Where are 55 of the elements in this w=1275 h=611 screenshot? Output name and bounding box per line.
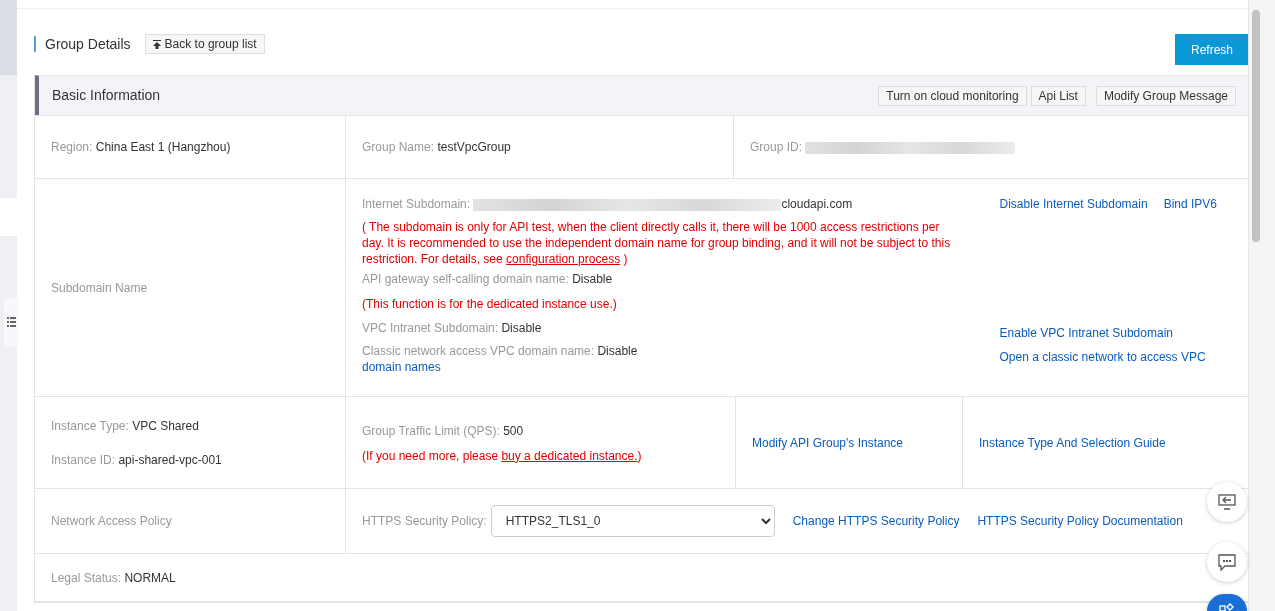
shapes-icon [1219,603,1235,611]
action-button[interactable]: Api List [1030,85,1086,106]
row-label: Subdomain Name [51,279,149,297]
vpc-intranet-label: VPC Intranet Subdomain: [362,321,499,335]
section-title: Basic Information [52,86,161,105]
back-button[interactable]: Back to group list [144,34,265,54]
action-link[interactable]: Disable Internet Subdomain [999,195,1148,324]
traffic-limit-value: 500 [503,423,524,438]
policy-doc-link[interactable]: HTTPS Security Policy Documentation [977,512,1183,530]
dedicated-note: (This function is for the dedicated instance use.) [362,296,618,313]
scrollbar-thumb[interactable] [1252,10,1260,242]
traffic-limit-label: Group Traffic Limit (QPS): [362,423,500,438]
legal-status-value: NORMAL [124,570,176,585]
collapse-button[interactable] [1207,482,1247,522]
chat-button[interactable] [1207,542,1247,582]
group-name-label: Group Name: [362,140,435,154]
guide-link[interactable]: Instance Type And Selection Guide [979,433,1217,452]
action-link[interactable]: Enable VPC Intranet Subdomain [999,324,1217,348]
change-policy-link[interactable]: Change HTTPS Security Policy [792,512,960,530]
region-label: Region: [51,140,93,154]
action-button[interactable]: Modify Group Message [1095,85,1236,106]
app-button[interactable] [1207,594,1247,611]
row-label: Network Access Policy [51,513,173,530]
classic-network-value: Disable [597,344,638,358]
legal-status-label: Legal Status: [51,570,122,585]
group-name-value: testVpcGroup [437,140,511,154]
action-button[interactable]: Turn on cloud monitoring [878,85,1027,106]
instance-id-value: api-shared-vpc-001 [118,452,222,467]
action-link[interactable]: Bind IPV6 [1163,195,1217,324]
page-title: Group Details [34,36,131,52]
domain-names-link[interactable]: domain names [362,359,441,375]
modify-instance-link[interactable]: Modify API Group's Instance [752,433,946,452]
action-link[interactable]: Open a classic network to access VPC [999,348,1217,366]
policy-select[interactable]: HTTPS2_TLS1_0 [490,505,775,537]
upgrade-note: (If you need more, please buy a dedicated instance.) [362,447,643,464]
instance-type-value: VPC Shared [132,418,199,433]
domain-suffix: cloudapi.com [781,197,853,211]
chat-icon [1218,553,1236,571]
vpc-intranet-value: Disable [501,321,542,335]
internet-subdomain-label: Internet Subdomain: [362,197,471,211]
self-calling-label: API gateway self-calling domain name: [362,272,569,286]
instance-type-label: Instance Type: [51,418,129,433]
list-icon [7,317,16,327]
self-calling-value: Disable [572,272,613,286]
sidebar-toggle[interactable] [4,298,19,346]
region-value: China East 1 (Hangzhou) [95,140,231,154]
monitor-arrow-icon [1218,494,1236,510]
buy-instance-link[interactable]: buy a dedicated instance. [501,448,638,463]
configuration-link[interactable]: configuration process [506,252,621,266]
group-id-label: Group ID: [750,140,803,154]
notice-text: ( The subdomain is only for API test, when the client directly calls it, there will be 1000 access restrictions per day. It is recommended to use the independent domain name for group binding, and it will not be subject to this restriction. For details, see configuration process ) [362,219,952,267]
https-policy-label: HTTPS Security Policy: [362,513,487,530]
upload-icon [152,39,161,49]
instance-id-label: Instance ID: [51,452,116,467]
classic-network-label: Classic network access VPC domain name: [362,344,595,358]
